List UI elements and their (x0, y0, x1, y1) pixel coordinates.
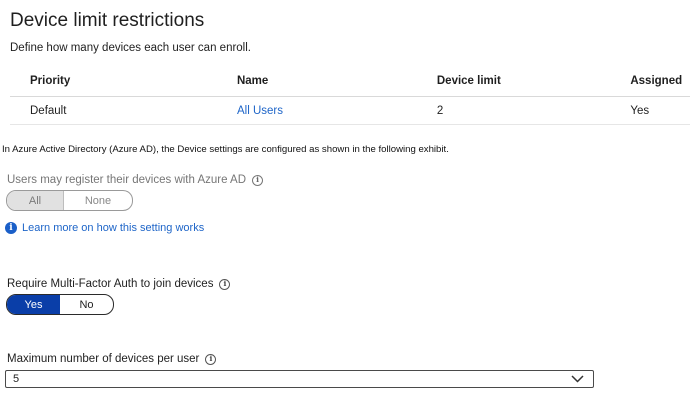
page-title: Device limit restrictions (10, 10, 205, 31)
info-icon[interactable]: i (205, 353, 217, 365)
learn-more-link[interactable]: i Learn more on how this setting works (5, 222, 204, 234)
max-devices-selected-value: 5 (13, 373, 20, 385)
page-subtitle: Define how many devices each user can en… (10, 42, 251, 54)
max-devices-dropdown[interactable]: 5 (5, 370, 594, 388)
column-header-device-limit[interactable]: Device limit (436, 66, 631, 97)
table-row[interactable]: Default All Users 2 Yes (10, 96, 690, 125)
cell-assigned: Yes (630, 96, 690, 125)
info-icon[interactable]: i (219, 278, 231, 290)
register-option-all: All (7, 191, 64, 210)
mfa-toggle[interactable]: Yes No (6, 294, 114, 315)
all-users-link[interactable]: All Users (237, 105, 283, 117)
mfa-label: Require Multi-Factor Auth to join device… (7, 278, 231, 290)
max-devices-label: Maximum number of devices per user i (7, 353, 217, 365)
max-devices-label-text: Maximum number of devices per user (7, 353, 200, 365)
cell-priority: Default (10, 96, 237, 125)
register-option-none: None (84, 194, 112, 207)
table-header-row: Priority Name Device limit Assigned (10, 66, 690, 97)
mfa-option-yes[interactable]: Yes (7, 295, 60, 314)
column-header-assigned[interactable]: Assigned (630, 66, 690, 97)
register-devices-label: Users may register their devices with Az… (7, 174, 264, 186)
info-icon[interactable]: i (252, 174, 264, 186)
exhibit-caption: In Azure Active Directory (Azure AD), th… (2, 144, 449, 155)
cell-device-limit: 2 (436, 96, 631, 125)
column-header-name[interactable]: Name (236, 66, 437, 97)
cell-name-link[interactable]: All Users (236, 96, 437, 125)
device-limit-table: Priority Name Device limit Assigned Defa… (10, 66, 690, 125)
mfa-option-no[interactable]: No (60, 295, 113, 314)
column-header-priority[interactable]: Priority (10, 66, 237, 97)
register-devices-toggle: All None (6, 190, 133, 211)
register-devices-label-text: Users may register their devices with Az… (7, 174, 247, 186)
mfa-label-text: Require Multi-Factor Auth to join device… (7, 278, 214, 290)
learn-more-text[interactable]: Learn more on how this setting works (22, 222, 204, 234)
info-circle-icon: i (5, 222, 17, 234)
chevron-down-icon (571, 374, 585, 384)
